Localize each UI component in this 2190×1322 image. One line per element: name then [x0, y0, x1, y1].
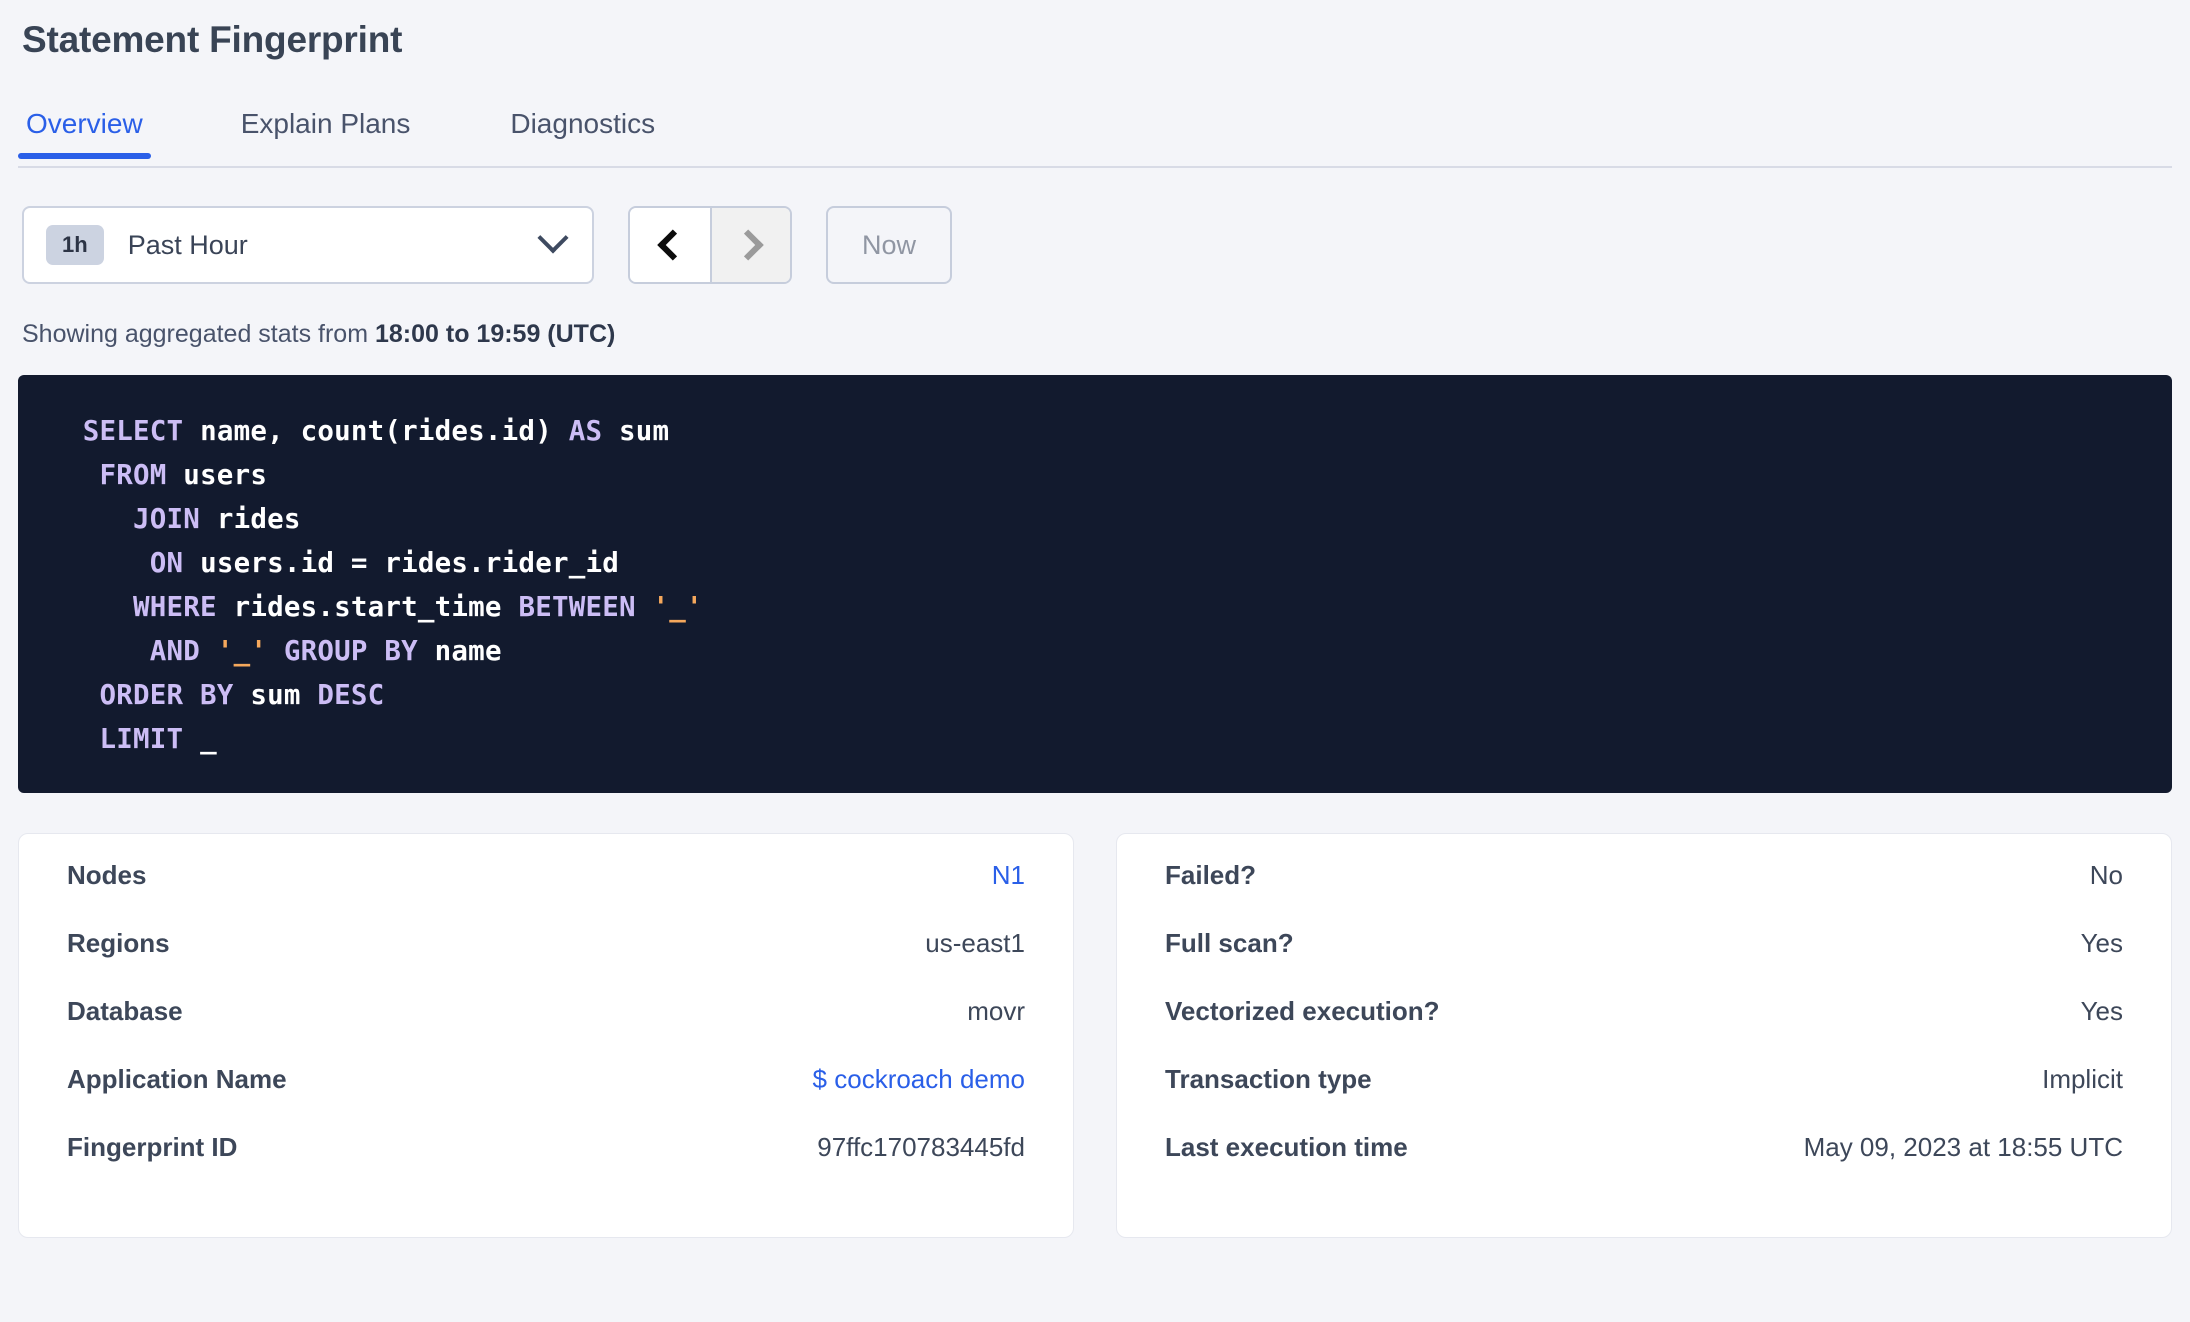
detail-row: Full scan? Yes [1165, 928, 2123, 996]
sql-token-kw: FROM [66, 459, 184, 492]
detail-row-label: Regions [67, 928, 170, 959]
aggregation-range-prefix: Showing aggregated stats from [22, 320, 375, 349]
detail-row-value: Implicit [2042, 1064, 2123, 1095]
aggregation-range-text: Showing aggregated stats from 18:00 to 1… [18, 320, 2172, 349]
detail-row-label: Vectorized execution? [1165, 996, 1440, 1027]
tab-explain-plans[interactable]: Explain Plans [237, 96, 415, 141]
detail-row-link[interactable]: N1 [992, 860, 1025, 891]
detail-row-label: Full scan? [1165, 928, 1294, 959]
chevron-down-icon [537, 222, 569, 254]
detail-row-label: Transaction type [1165, 1064, 1372, 1095]
tab-bar: Overview Explain Plans Diagnostics [18, 96, 2172, 169]
sql-token-kw: AND [66, 635, 217, 668]
next-interval-button [710, 208, 790, 283]
sql-token-kw: ON [66, 547, 201, 580]
sql-token-id: sum [619, 415, 670, 448]
detail-row-value: No [2089, 860, 2123, 891]
sql-token-id: rides.start_time [233, 591, 519, 624]
detail-row-value: Yes [2080, 928, 2123, 959]
detail-row-link[interactable]: $ cockroach demo [813, 1064, 1025, 1095]
detail-row: Database movr [67, 996, 1025, 1064]
detail-row-value: us-east1 [925, 928, 1025, 959]
sql-token-kw: JOIN [66, 503, 217, 536]
detail-row-label: Last execution time [1165, 1132, 1408, 1163]
sql-token-kw: AS [568, 415, 619, 448]
detail-row-value: Yes [2080, 996, 2123, 1027]
chevron-right-icon [732, 229, 764, 261]
aggregation-range-value: 18:00 to 19:59 (UTC) [374, 320, 616, 349]
sql-token-id: sum [250, 679, 318, 712]
detail-row-value: May 09, 2023 at 18:55 UTC [1803, 1132, 2123, 1163]
sql-token-kw: ORDER BY [66, 679, 251, 712]
sql-token-id: _ [200, 723, 217, 756]
sql-token-id: users [183, 459, 268, 492]
detail-row-label: Failed? [1165, 860, 1257, 891]
sql-token-kw: LIMIT [66, 723, 201, 756]
detail-row-label: Nodes [67, 860, 147, 891]
execution-details-card: Failed? No Full scan? Yes Vectorized executi… [1116, 833, 2172, 1239]
chevron-left-icon [657, 229, 689, 261]
detail-row: Last execution time May 09, 2023 at 18:55… [1165, 1132, 2123, 1200]
sql-token-kw: BETWEEN [518, 591, 653, 624]
detail-row-label: Application Name [67, 1064, 287, 1095]
statement-details-card: Nodes N1 Regions us-east1 Database movr Applic… [18, 833, 1074, 1239]
detail-row: Transaction type Implicit [1165, 1064, 2123, 1132]
tab-diagnostics[interactable]: Diagnostics [506, 96, 659, 141]
sql-token-str: '_' [652, 591, 703, 624]
sql-statement-text: SELECT name, count(rides.id) AS sum FROM… [66, 409, 2124, 761]
detail-row: Failed? No [1165, 860, 2123, 928]
previous-interval-button[interactable] [630, 208, 710, 283]
time-range-select[interactable]: 1h Past Hour [22, 206, 594, 285]
sql-token-kw: WHERE [66, 591, 234, 624]
sql-token-kw: SELECT [66, 415, 201, 448]
detail-row-value: 97ffc170783445fd [817, 1132, 1025, 1163]
detail-row: Regions us-east1 [67, 928, 1025, 996]
time-range-badge: 1h [46, 225, 104, 266]
time-range-label: Past Hour [127, 229, 248, 260]
page-title: Statement Fingerprint [22, 19, 403, 60]
detail-cards: Nodes N1 Regions us-east1 Database movr Applic… [18, 833, 2172, 1239]
detail-row-label: Fingerprint ID [67, 1132, 238, 1163]
sql-token-id: name [434, 635, 502, 668]
now-button: Now [826, 206, 953, 285]
detail-row-label: Database [67, 996, 183, 1027]
statement-fingerprint-page: Statement Fingerprint Overview Explain Pl… [0, 0, 2190, 1322]
detail-row: Fingerprint ID 97ffc170783445fd [67, 1132, 1025, 1200]
sql-statement-block: SELECT name, count(rides.id) AS sum FROM… [18, 375, 2172, 794]
tab-overview[interactable]: Overview [18, 96, 151, 160]
detail-row: Nodes N1 [67, 860, 1025, 928]
detail-row: Vectorized execution? Yes [1165, 996, 2123, 1064]
sql-token-id: name, count(rides.id) [200, 415, 569, 448]
time-controls: 1h Past Hour Now [18, 206, 2172, 285]
sql-token-str: '_' [216, 635, 268, 668]
time-shift-group [628, 206, 792, 285]
sql-token-id: users.id = rides.rider_id [200, 547, 619, 580]
detail-row-value: movr [967, 996, 1025, 1027]
sql-token-kw: GROUP BY [267, 635, 435, 668]
sql-token-kw: DESC [317, 679, 385, 712]
sql-token-id: rides [216, 503, 301, 536]
detail-row: Application Name $ cockroach demo [67, 1064, 1025, 1132]
